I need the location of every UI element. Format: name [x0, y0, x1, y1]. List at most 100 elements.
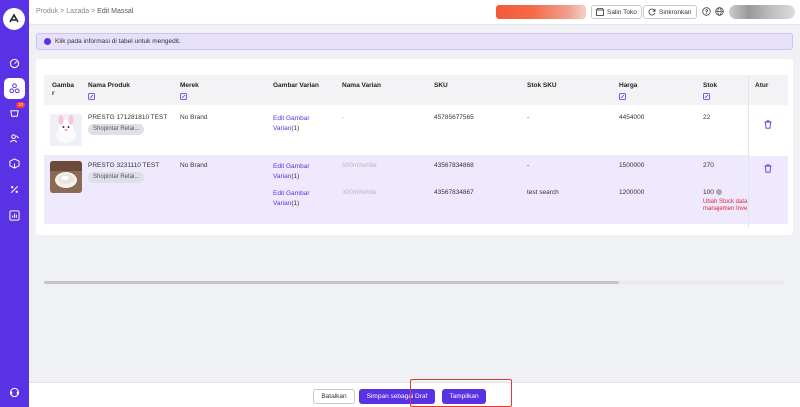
info-icon: [44, 38, 51, 45]
link-text: Edit Gambar: [273, 190, 310, 197]
price-value[interactable]: 4454000: [619, 114, 644, 121]
column-header-variant-image: Gambar Varian: [273, 82, 319, 89]
stock-number: 100: [703, 189, 714, 196]
column-header-action: Atur: [755, 82, 769, 89]
promotions-icon[interactable]: [4, 179, 25, 200]
edit-variant-image-link[interactable]: Edit Gambar Varian(1): [273, 114, 310, 134]
copy-store-label: Salin Toko: [607, 8, 637, 16]
sku-stock-value[interactable]: -: [527, 114, 529, 121]
table-row[interactable]: PRESTG 171281810 TEST Shopintar Retai...…: [44, 105, 750, 156]
column-header-label: Stok: [703, 82, 718, 89]
store-tag: Shopintar Retai...: [88, 172, 145, 183]
info-text: Klik pada informasi di tabel untuk menge…: [55, 38, 181, 45]
store-icon: [596, 8, 604, 16]
edit-icon[interactable]: [619, 93, 637, 102]
column-header-action-cell: Atur: [749, 75, 788, 105]
sku-value[interactable]: 43567834868: [434, 162, 474, 169]
edit-variant-image-link[interactable]: Edit Gambar Varian(1): [273, 189, 310, 209]
edit-icon[interactable]: [88, 93, 130, 102]
sku-stock-value[interactable]: -: [527, 162, 529, 169]
column-header-product-name: Nama Produk: [88, 82, 130, 102]
sidebar: 10: [0, 0, 29, 407]
sync-icon: [648, 8, 656, 16]
image-count: (1): [291, 173, 300, 180]
breadcrumb-separator: >: [60, 8, 65, 15]
column-header-image: Gamba r: [52, 82, 75, 97]
breadcrumb-separator: >: [91, 8, 96, 15]
breadcrumb: Produk > Lazada > Edit Massal: [36, 8, 133, 15]
orders-badge: 10: [16, 102, 26, 108]
edit-variant-image-link[interactable]: Edit Gambar Varian(1): [273, 162, 310, 182]
reports-icon[interactable]: [4, 205, 25, 226]
table-row[interactable]: PRESTG 3231110 TEST Shopintar Retai... N…: [44, 156, 750, 224]
cancel-button[interactable]: Batalkan: [313, 389, 355, 404]
user-account[interactable]: [729, 5, 795, 19]
copy-store-button[interactable]: Salin Toko: [591, 5, 642, 19]
top-header: Produk > Lazada > Edit Massal Salin Toko…: [29, 0, 800, 25]
column-header-brand: Merek: [180, 82, 199, 102]
column-header-sku: SKU: [434, 82, 448, 89]
support-icon[interactable]: [4, 382, 25, 403]
column-header-label: Nama Produk: [88, 82, 130, 89]
stock-warning[interactable]: Ubah Stock data manajemen Inve: [703, 199, 747, 213]
product-table: Gamba r Nama Produk Merek Gambar Varian …: [44, 75, 750, 228]
logo-icon[interactable]: [3, 8, 25, 30]
store-tag: Shopintar Retai...: [88, 124, 145, 135]
sync-button[interactable]: Sinkronkan: [643, 5, 697, 19]
dashboard-icon[interactable]: [4, 53, 25, 74]
brand-value[interactable]: No Brand: [180, 162, 207, 169]
help-icon[interactable]: [701, 6, 712, 17]
globe-icon[interactable]: [714, 6, 725, 17]
highlight-box: [410, 379, 512, 407]
column-header-price: Harga: [619, 82, 637, 102]
bulk-edit-table-card: Gamba r Nama Produk Merek Gambar Varian …: [36, 59, 793, 284]
inventory-icon[interactable]: [4, 153, 25, 174]
scrollbar-thumb[interactable]: [44, 281, 619, 284]
link-text: Edit Gambar: [273, 163, 310, 170]
product-name[interactable]: PRESTG 171281810 TEST: [88, 114, 167, 121]
sku-value[interactable]: 45785677565: [434, 114, 474, 121]
column-header-label: Merek: [180, 82, 199, 89]
breadcrumb-current: Edit Massal: [97, 8, 134, 15]
product-thumbnail[interactable]: [50, 161, 82, 193]
sku-stock-value[interactable]: test search: [527, 189, 559, 196]
info-icon[interactable]: [715, 189, 722, 195]
image-count: (1): [291, 200, 300, 207]
brand-value[interactable]: No Brand: [180, 114, 207, 121]
product-thumbnail[interactable]: [50, 114, 82, 146]
variant-name[interactable]: -: [342, 114, 344, 121]
trash-icon[interactable]: [764, 164, 772, 173]
customers-icon[interactable]: [4, 128, 25, 149]
warning-line: Ubah Stock data: [703, 199, 748, 205]
edit-icon[interactable]: [180, 93, 199, 102]
action-column: Atur: [748, 75, 788, 228]
price-value[interactable]: 1200000: [619, 189, 644, 196]
promo-banner[interactable]: [496, 5, 586, 19]
info-banner: Klik pada informasi di tabel untuk menge…: [36, 33, 793, 50]
sync-label: Sinkronkan: [659, 8, 692, 16]
link-text: Varian: [273, 173, 292, 180]
link-text: Edit Gambar: [273, 115, 310, 122]
variant-name[interactable]: 500ml/white: [342, 162, 377, 169]
link-text: Varian: [273, 200, 292, 207]
warning-line: manajemen Inve: [703, 206, 748, 212]
product-name[interactable]: PRESTG 3231110 TEST: [88, 162, 159, 169]
link-text: Varian: [273, 125, 292, 132]
trash-icon[interactable]: [764, 120, 772, 129]
orders-icon[interactable]: 10: [4, 102, 26, 124]
breadcrumb-item-lazada[interactable]: Lazada: [66, 8, 89, 15]
sku-value[interactable]: 43567834867: [434, 189, 474, 196]
image-count: (1): [291, 125, 300, 132]
horizontal-scrollbar[interactable]: [44, 281, 784, 284]
variant-name[interactable]: 300ml/white: [342, 189, 377, 196]
stock-value[interactable]: 100: [703, 189, 722, 196]
edit-icon[interactable]: [703, 93, 717, 102]
stock-value[interactable]: 22: [703, 114, 710, 121]
price-value[interactable]: 1500000: [619, 162, 644, 169]
breadcrumb-item-products[interactable]: Produk: [36, 8, 58, 15]
products-icon[interactable]: [4, 78, 25, 99]
table-header: Gamba r Nama Produk Merek Gambar Varian …: [44, 75, 750, 105]
column-header-label: Harga: [619, 82, 638, 89]
stock-value[interactable]: 270: [703, 162, 714, 169]
column-header-variant-name: Nama Varian: [342, 82, 382, 89]
